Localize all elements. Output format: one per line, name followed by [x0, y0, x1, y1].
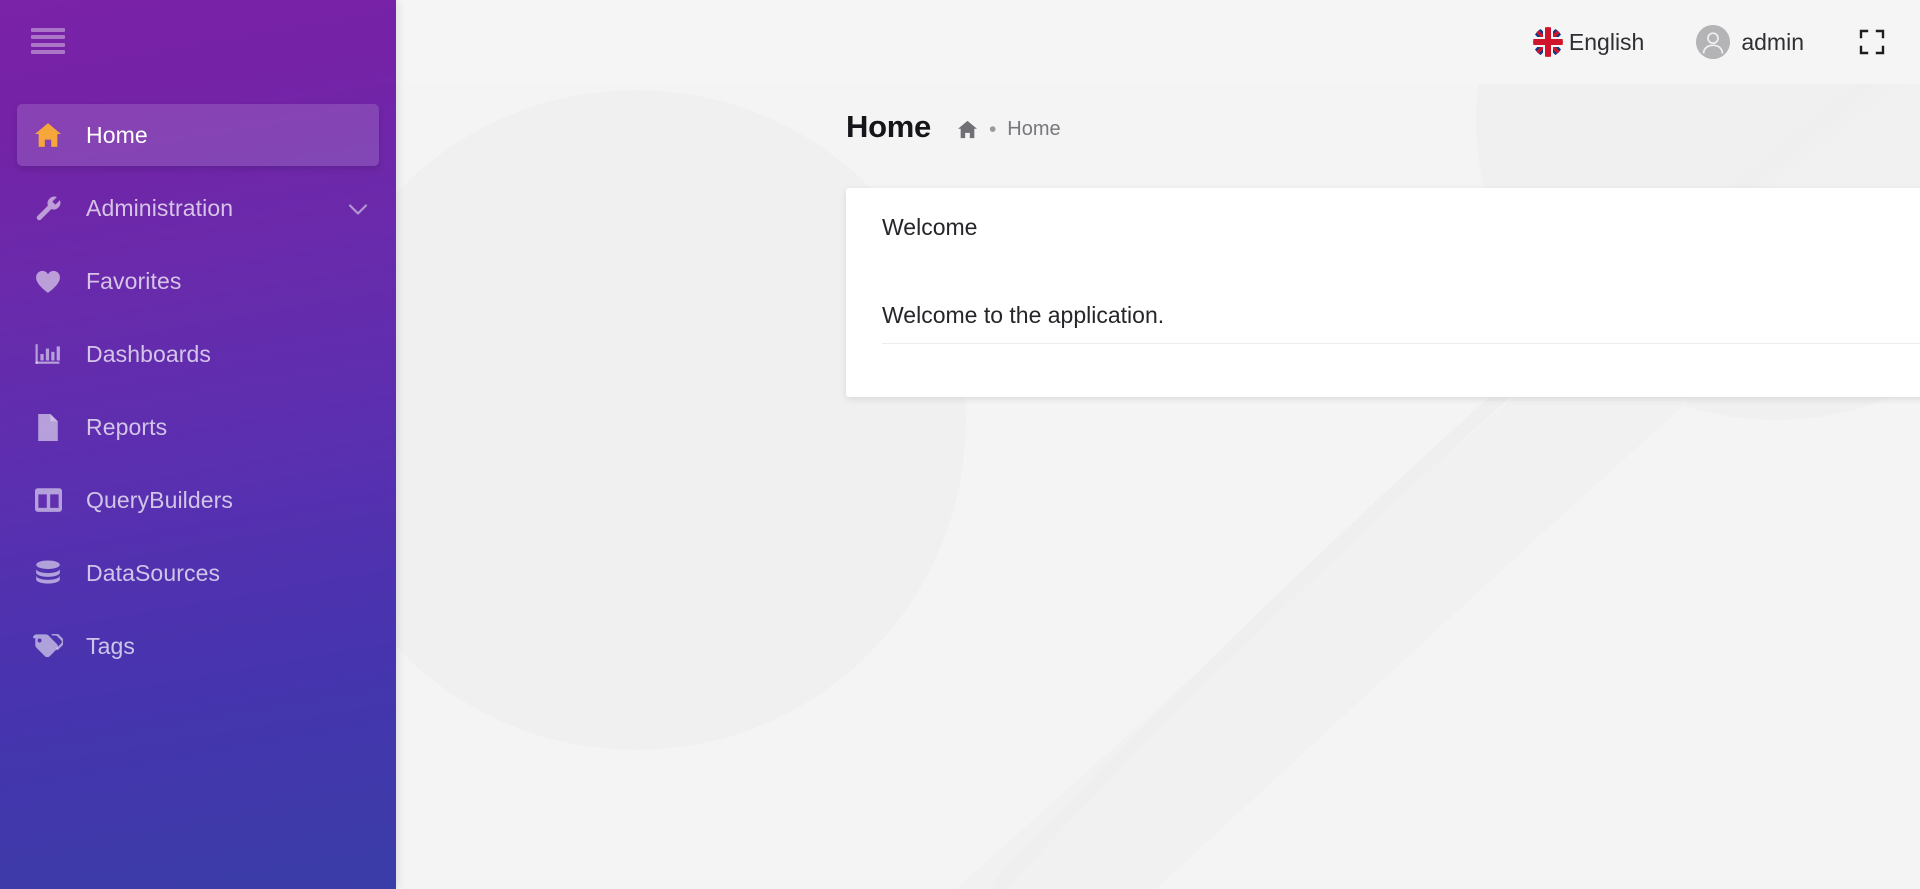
sidebar-item-label: Favorites	[86, 267, 182, 294]
sidebar-item-dashboards[interactable]: Dashboards	[0, 323, 396, 385]
sidebar-item-administration[interactable]: Administration	[0, 177, 396, 239]
language-selector[interactable]: English	[1532, 27, 1645, 57]
heart-icon	[31, 266, 65, 296]
sidebar-item-home[interactable]: Home	[17, 104, 379, 166]
breadcrumb-current: Home	[1007, 117, 1061, 140]
home-icon	[31, 120, 65, 150]
user-menu[interactable]: admin	[1696, 25, 1804, 59]
sidebar-item-label: Tags	[86, 632, 135, 659]
bar-chart-icon	[31, 339, 65, 369]
fullscreen-expand-icon[interactable]	[1856, 26, 1888, 58]
columns-layout-icon	[31, 485, 65, 515]
card-divider	[882, 343, 1920, 344]
tag-icon	[31, 631, 65, 661]
hamburger-bar	[31, 42, 65, 47]
chevron-down-icon[interactable]	[348, 195, 368, 222]
application-root: Home Administration Favorites Dashboards…	[0, 0, 1920, 889]
home-icon[interactable]	[957, 120, 978, 139]
welcome-card-title: Welcome	[882, 214, 978, 240]
user-name-label: admin	[1741, 28, 1804, 55]
sidebar-item-label: Dashboards	[86, 340, 212, 367]
database-icon	[31, 558, 65, 588]
hamburger-bar	[31, 28, 65, 32]
sidebar-item-favorites[interactable]: Favorites	[0, 250, 396, 312]
breadcrumb: • Home	[957, 118, 1061, 141]
sidebar-item-querybuilders[interactable]: QueryBuilders	[0, 469, 396, 531]
wrench-icon	[31, 193, 65, 223]
sidebar-item-tags[interactable]: Tags	[0, 615, 396, 677]
user-avatar-icon	[1696, 25, 1731, 59]
main-content-area: English admin Home • Home Welcome Welcom…	[396, 0, 1920, 889]
breadcrumb-separator: •	[988, 117, 997, 141]
sidebar-nav: Home Administration Favorites Dashboards…	[0, 104, 396, 688]
sidebar-item-label: Home	[86, 121, 148, 148]
welcome-card-body: Welcome to the application.	[882, 302, 1165, 328]
page-title: Home	[846, 109, 931, 144]
sidebar-item-datasources[interactable]: DataSources	[0, 542, 396, 604]
sidebar-item-reports[interactable]: Reports	[0, 396, 396, 458]
uk-flag-icon	[1532, 27, 1563, 57]
sidebar-item-label: DataSources	[86, 559, 221, 586]
hamburger-bar	[31, 35, 65, 40]
sidebar-item-label: Reports	[86, 413, 168, 440]
welcome-card: Welcome Welcome to the application.	[846, 188, 1920, 397]
sidebar-item-label: Administration	[86, 194, 234, 221]
language-label: English	[1568, 28, 1645, 55]
hamburger-icon[interactable]	[31, 26, 65, 56]
document-icon	[31, 412, 65, 442]
hamburger-bar	[31, 49, 65, 54]
sidebar-item-label: QueryBuilders	[86, 486, 234, 513]
page-header: Home • Home	[396, 96, 1920, 158]
sidebar: Home Administration Favorites Dashboards…	[0, 0, 396, 889]
topbar: English admin	[396, 0, 1920, 84]
